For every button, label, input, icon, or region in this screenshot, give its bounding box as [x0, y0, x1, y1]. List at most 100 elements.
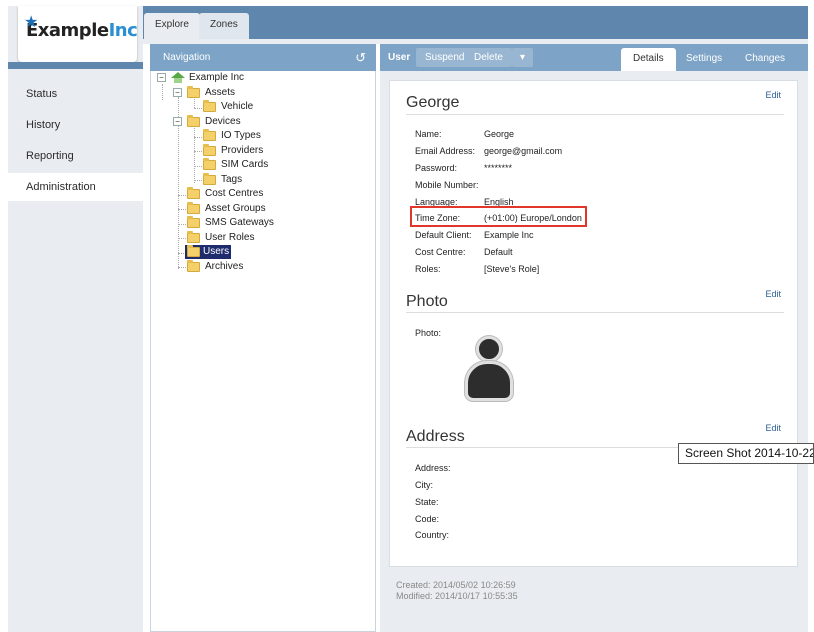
tree-item-sms-gateways[interactable]: SMS Gateways: [187, 216, 276, 230]
tree-item-user-roles[interactable]: User Roles: [187, 231, 256, 245]
collapse-root-icon[interactable]: −: [157, 73, 166, 82]
edit-photo-link[interactable]: Edit: [765, 289, 781, 299]
tree-item-asset-groups[interactable]: Asset Groups: [187, 202, 268, 216]
field-label: Roles:: [415, 264, 441, 274]
details-card: George Edit Name: George Email Address: ge…: [389, 80, 798, 567]
tree-item-label[interactable]: SIM Cards: [219, 158, 270, 172]
tree-item-cost-centres[interactable]: Cost Centres: [187, 187, 265, 201]
field-label: City:: [415, 480, 433, 490]
folder-icon: [187, 260, 200, 272]
nav-item-reporting[interactable]: Reporting: [8, 142, 143, 170]
tab-explore[interactable]: Explore: [144, 13, 200, 39]
collapse-assets-icon[interactable]: −: [173, 88, 182, 97]
modified-timestamp: Modified: 2014/10/17 10:55:35: [396, 591, 518, 601]
tree-item-label[interactable]: Archives: [203, 260, 245, 274]
section-divider: [406, 312, 784, 313]
app-window: ★ ExampleInc Status History Reporting Ad…: [0, 0, 814, 632]
home-icon: [171, 72, 185, 84]
tree-item-label[interactable]: Providers: [219, 144, 265, 158]
tree-item-label: Users: [203, 246, 230, 257]
tree-item-label[interactable]: Example Inc: [187, 71, 246, 85]
created-timestamp: Created: 2014/05/02 10:26:59: [396, 580, 516, 590]
collapse-devices-icon[interactable]: −: [173, 117, 182, 126]
tree-item-label[interactable]: SMS Gateways: [203, 216, 276, 230]
logo-word-inc: Inc: [108, 20, 138, 41]
avatar-body: [465, 361, 513, 401]
folder-icon: [187, 115, 200, 127]
folder-icon: [187, 86, 200, 98]
refresh-icon[interactable]: ↺: [355, 44, 366, 71]
left-rail-accent: [8, 62, 143, 69]
field-value: Example Inc: [484, 230, 534, 240]
field-label: Email Address:: [415, 146, 476, 156]
navigation-header: Navigation ↺: [150, 44, 376, 71]
folder-icon: [203, 158, 216, 170]
tree-item-devices[interactable]: Devices: [187, 115, 243, 129]
folder-icon: [203, 173, 216, 185]
tree-item-label[interactable]: Tags: [219, 173, 244, 187]
edit-user-link[interactable]: Edit: [765, 90, 781, 100]
field-value: George: [484, 129, 515, 139]
tree-item-tags[interactable]: Tags: [203, 173, 244, 187]
field-label: Time Zone:: [415, 213, 461, 223]
nav-item-status[interactable]: Status: [8, 80, 143, 108]
tree-item-label[interactable]: Asset Groups: [203, 202, 268, 216]
logo[interactable]: ★ ExampleInc: [18, 6, 138, 62]
folder-icon: [187, 202, 200, 214]
tab-changes[interactable]: Changes: [733, 48, 797, 71]
field-value: ********: [484, 163, 513, 173]
tree-item-label[interactable]: Devices: [203, 115, 243, 129]
field-label: Name:: [415, 129, 442, 139]
tree-connector: [162, 84, 163, 100]
folder-icon: [187, 187, 200, 199]
field-value: Default: [484, 247, 513, 257]
user-roles-icon: [187, 231, 200, 243]
delete-button[interactable]: Delete: [465, 48, 512, 67]
tooltip: Screen Shot 2014-10-22 a: [678, 443, 814, 464]
field-label: State:: [415, 497, 439, 507]
section-divider: [406, 114, 784, 115]
tree-item-label[interactable]: User Roles: [203, 231, 256, 245]
tree-item-users-selected[interactable]: Users: [185, 245, 232, 259]
avatar-head: [476, 336, 502, 362]
tree-item-users[interactable]: Users: [185, 245, 232, 259]
field-value: (+01:00) Europe/London: [484, 213, 582, 223]
tab-details[interactable]: Details: [621, 48, 676, 71]
field-value: george@gmail.com: [484, 146, 563, 156]
tree-item-vehicle[interactable]: Vehicle: [203, 100, 255, 114]
nav-item-administration[interactable]: Administration: [8, 173, 143, 201]
folder-icon: [203, 129, 216, 141]
entity-label: User: [388, 52, 411, 63]
tree-item-archives[interactable]: Archives: [187, 260, 245, 274]
tree-item-label[interactable]: Cost Centres: [203, 187, 265, 201]
tree-item-io-types[interactable]: IO Types: [203, 129, 263, 143]
logo-word-example: Example: [26, 20, 109, 41]
field-label: Address:: [415, 463, 451, 473]
tree-item-label[interactable]: Vehicle: [219, 100, 255, 114]
folder-icon: [203, 144, 216, 156]
top-tab-bar: Explore Zones: [143, 6, 808, 39]
detail-panel: User Suspend Delete ▾ Details Settings C…: [380, 44, 808, 632]
field-label: Password:: [415, 163, 458, 173]
tree-item-label[interactable]: Assets: [203, 86, 237, 100]
avatar-placeholder-icon: [463, 336, 513, 402]
field-label: Country:: [415, 530, 450, 540]
nav-item-history[interactable]: History: [8, 111, 143, 139]
logo-text: ★ ExampleInc: [24, 12, 138, 41]
tree-item-providers[interactable]: Providers: [203, 144, 265, 158]
navigation-tree: − Example Inc − Assets Vehicle − Devices…: [150, 71, 376, 632]
left-rail: ★ ExampleInc Status History Reporting Ad…: [8, 6, 143, 632]
tree-item-label[interactable]: IO Types: [219, 129, 263, 143]
tree-item-sim-cards[interactable]: SIM Cards: [203, 158, 270, 172]
user-name-title: George: [406, 94, 460, 111]
tab-zones[interactable]: Zones: [199, 13, 249, 39]
tree-item-assets[interactable]: Assets: [187, 86, 237, 100]
record-metadata: Created: 2014/05/02 10:26:59 Modified: 2…: [396, 580, 518, 602]
tree-connector: [194, 126, 195, 183]
navigation-panel: Navigation ↺ − Example Inc − Assets Vehi…: [150, 44, 376, 632]
tab-settings[interactable]: Settings: [674, 48, 734, 71]
more-actions-dropdown[interactable]: ▾: [512, 48, 534, 67]
tree-item-root[interactable]: Example Inc: [171, 71, 246, 85]
navigation-title: Navigation: [163, 52, 211, 63]
edit-address-link[interactable]: Edit: [765, 423, 781, 433]
